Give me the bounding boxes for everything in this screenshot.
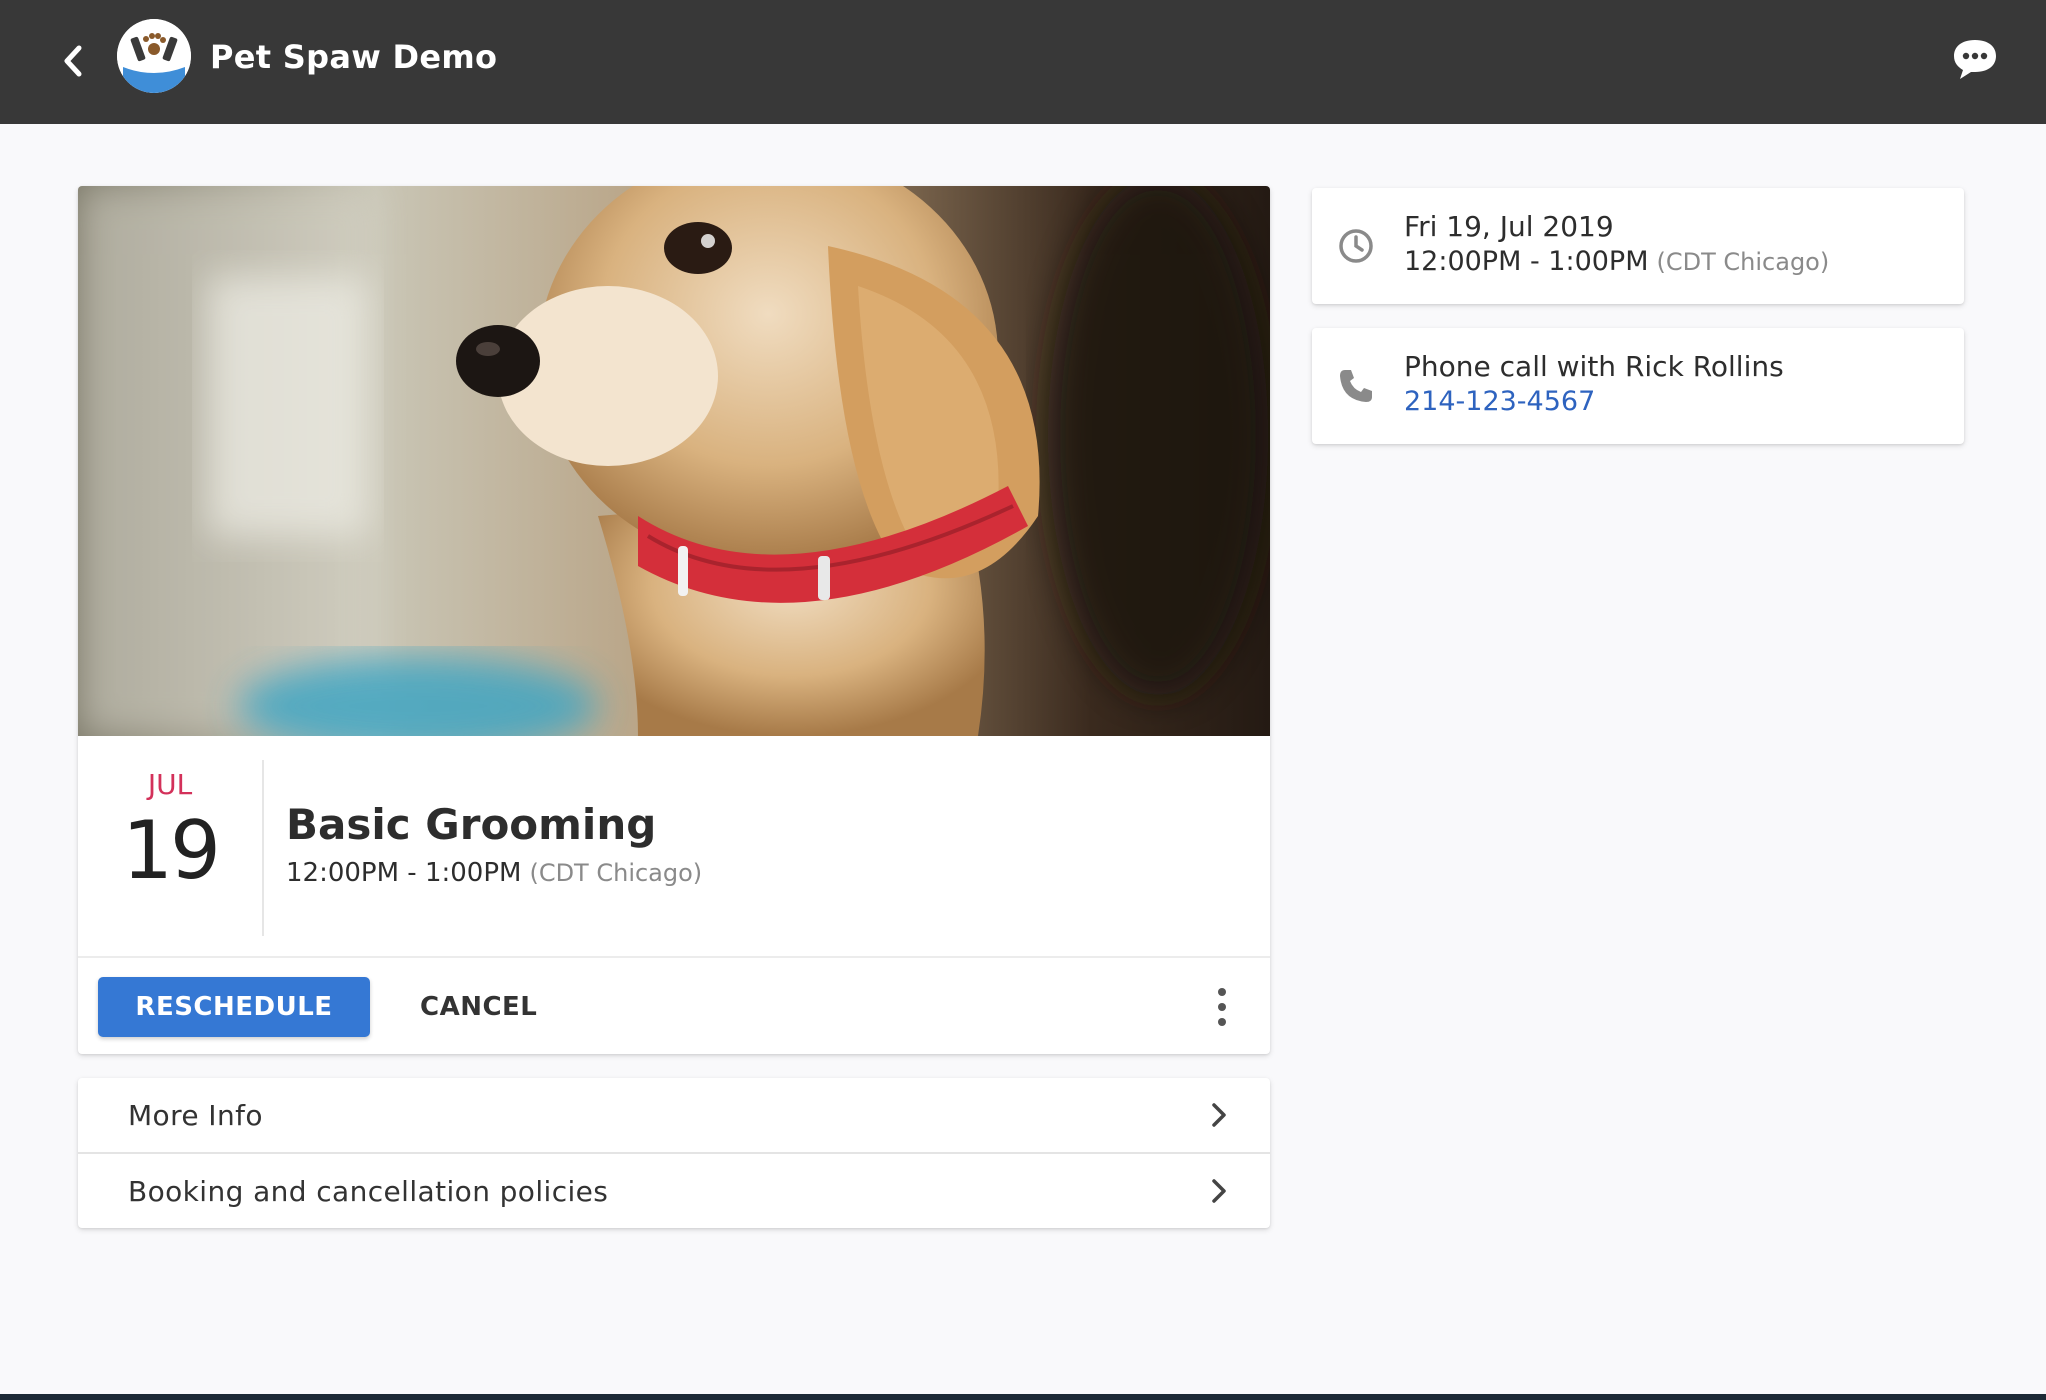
chat-button[interactable] — [1950, 36, 2000, 82]
app-title: Pet Spaw Demo — [210, 38, 498, 76]
appointment-title: Basic Grooming — [286, 800, 657, 849]
cancel-button[interactable]: CANCEL — [408, 977, 549, 1037]
info-links-list: More Info Booking and cancellation polic… — [78, 1078, 1270, 1228]
appointment-date-full: Fri 19, Jul 2019 — [1404, 210, 1614, 243]
date-divider — [262, 760, 264, 936]
more-options-button[interactable] — [1202, 978, 1242, 1036]
appointment-hero-image — [78, 186, 1270, 736]
detail-timezone: (CDT Chicago) — [1656, 248, 1830, 276]
phone-number-link[interactable]: 214-123-4567 — [1404, 386, 1595, 417]
back-button[interactable] — [50, 38, 96, 84]
reschedule-button[interactable]: RESCHEDULE — [98, 977, 370, 1037]
appointment-date: JUL 19 — [78, 760, 262, 920]
appointment-month: JUL — [147, 768, 193, 801]
appointment-time-row: 12:00PM - 1:00PM (CDT Chicago) — [286, 858, 702, 888]
appointment-timezone: (CDT Chicago) — [529, 859, 703, 887]
datetime-card: Fri 19, Jul 2019 12:00PM - 1:00PM (CDT Ch… — [1312, 188, 1964, 304]
action-divider — [78, 956, 1270, 958]
more-info-link[interactable]: More Info — [78, 1078, 1270, 1153]
bottom-edge-bar — [0, 1394, 2046, 1400]
clock-icon — [1339, 229, 1373, 263]
chevron-left-icon — [64, 45, 82, 77]
logo — [117, 19, 191, 93]
phone-call-title: Phone call with Rick Rollins — [1404, 350, 1784, 383]
phone-card: Phone call with Rick Rollins 214-123-456… — [1312, 328, 1964, 444]
appointment-time: 12:00PM - 1:00PM — [286, 858, 522, 888]
list-item-label: Booking and cancellation policies — [128, 1175, 609, 1208]
list-item-label: More Info — [128, 1099, 263, 1132]
datetime-time-row: 12:00PM - 1:00PM (CDT Chicago) — [1404, 246, 1829, 277]
more-vertical-icon — [1218, 988, 1226, 1026]
appointment-card: JUL 19 Basic Grooming 12:00PM - 1:00PM (C… — [78, 186, 1270, 1054]
app-header: Pet Spaw Demo — [0, 0, 2046, 124]
chat-bubble-icon — [1954, 40, 1996, 79]
appointment-day: 19 — [122, 804, 221, 897]
phone-icon — [1340, 370, 1372, 402]
policies-link[interactable]: Booking and cancellation policies — [78, 1154, 1270, 1228]
chevron-right-icon — [1212, 1103, 1226, 1127]
chevron-right-icon — [1212, 1179, 1226, 1203]
detail-time: 12:00PM - 1:00PM — [1404, 246, 1649, 277]
